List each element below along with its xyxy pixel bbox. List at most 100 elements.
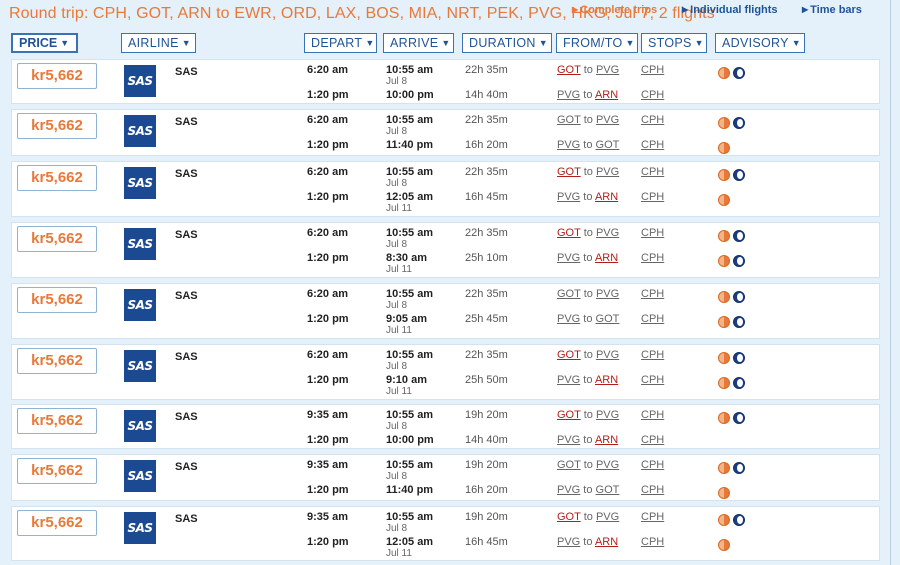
from-airport-link[interactable]: GOT	[557, 288, 581, 300]
from-airport-link[interactable]: PVG	[557, 374, 580, 386]
daytime-icon[interactable]	[718, 254, 730, 267]
from-airport-link[interactable]: GOT	[557, 227, 581, 239]
to-airport-link[interactable]: ARN	[595, 191, 618, 203]
to-airport-link[interactable]: ARN	[595, 374, 618, 386]
sort-advisory-button[interactable]: ADVISORY ▼	[715, 33, 805, 53]
result-row[interactable]: kr5,662 SAS SAS 6:20 am 10:55 am Jul 8 22h 35m…	[11, 161, 880, 217]
stop-airport-link[interactable]: CPH	[641, 511, 664, 523]
stop-airport-link[interactable]: CPH	[641, 313, 664, 325]
to-airport-link[interactable]: GOT	[596, 139, 620, 151]
to-airport-link[interactable]: ARN	[595, 434, 618, 446]
to-airport-link[interactable]: PVG	[596, 288, 619, 300]
to-airport-link[interactable]: GOT	[596, 313, 620, 325]
from-airport-link[interactable]: GOT	[557, 409, 581, 421]
daytime-icon[interactable]	[718, 461, 730, 474]
result-row[interactable]: kr5,662 SAS SAS 6:20 am 10:55 am Jul 8 22h 35m…	[11, 109, 880, 156]
stop-airport-link[interactable]: CPH	[641, 374, 664, 386]
stop-airport-link[interactable]: CPH	[641, 434, 664, 446]
daytime-icon[interactable]	[718, 141, 730, 154]
sort-fromto-button[interactable]: FROM/TO ▼	[556, 33, 638, 53]
to-airport-link[interactable]: PVG	[596, 166, 619, 178]
stop-airport-link[interactable]: CPH	[641, 64, 664, 76]
stop-airport-link[interactable]: CPH	[641, 288, 664, 300]
stop-airport-link[interactable]: CPH	[641, 114, 664, 126]
stop-airport-link[interactable]: CPH	[641, 536, 664, 548]
result-row[interactable]: kr5,662 SAS SAS 6:20 am 10:55 am Jul 8 22h 35m…	[11, 222, 880, 278]
sort-airline-button[interactable]: AIRLINE ▼	[121, 33, 196, 53]
from-airport-link[interactable]: PVG	[557, 434, 580, 446]
daytime-icon[interactable]	[718, 168, 730, 181]
from-airport-link[interactable]: PVG	[557, 536, 580, 548]
from-airport-link[interactable]: PVG	[557, 484, 580, 496]
result-row[interactable]: kr5,662 SAS SAS 9:35 am 10:55 am Jul 8 19h 20m…	[11, 404, 880, 449]
result-row[interactable]: kr5,662 SAS SAS 6:20 am 10:55 am Jul 8 22h 35m…	[11, 283, 880, 339]
result-row[interactable]: kr5,662 SAS SAS 6:20 am 10:55 am Jul 8 22h 35m…	[11, 344, 880, 400]
stop-airport-link[interactable]: CPH	[641, 484, 664, 496]
stop-airport-link[interactable]: CPH	[641, 349, 664, 361]
to-airport-link[interactable]: PVG	[596, 114, 619, 126]
overnight-icon[interactable]	[733, 66, 745, 79]
overnight-icon[interactable]	[733, 513, 745, 526]
daytime-icon[interactable]	[718, 66, 730, 79]
daytime-icon[interactable]	[718, 290, 730, 303]
to-airport-link[interactable]: PVG	[596, 459, 619, 471]
daytime-icon[interactable]	[718, 351, 730, 364]
time-bars-link[interactable]: ▶ Time bars	[802, 4, 862, 16]
stop-airport-link[interactable]: CPH	[641, 191, 664, 203]
from-airport-link[interactable]: PVG	[557, 252, 580, 264]
from-airport-link[interactable]: GOT	[557, 114, 581, 126]
daytime-icon[interactable]	[718, 486, 730, 499]
stop-airport-link[interactable]: CPH	[641, 459, 664, 471]
stop-airport-link[interactable]: CPH	[641, 166, 664, 178]
overnight-icon[interactable]	[733, 411, 745, 424]
from-airport-link[interactable]: PVG	[557, 89, 580, 101]
overnight-icon[interactable]	[733, 116, 745, 129]
result-row[interactable]: kr5,662 SAS SAS 9:35 am 10:55 am Jul 8 19h 20m…	[11, 454, 880, 501]
from-airport-link[interactable]: PVG	[557, 313, 580, 325]
stop-airport-link[interactable]: CPH	[641, 409, 664, 421]
overnight-icon[interactable]	[733, 351, 745, 364]
overnight-icon[interactable]	[733, 376, 745, 389]
stop-airport-link[interactable]: CPH	[641, 227, 664, 239]
result-row[interactable]: kr5,662 SAS SAS 6:20 am 10:55 am Jul 8 22h 35m…	[11, 59, 880, 104]
stop-airport-link[interactable]: CPH	[641, 252, 664, 264]
result-row[interactable]: kr5,662 SAS SAS 9:35 am 10:55 am Jul 8 19h 20m…	[11, 506, 880, 561]
overnight-icon[interactable]	[733, 168, 745, 181]
from-airport-link[interactable]: PVG	[557, 191, 580, 203]
daytime-icon[interactable]	[718, 376, 730, 389]
daytime-icon[interactable]	[718, 538, 730, 551]
sort-depart-button[interactable]: DEPART ▼	[304, 33, 377, 53]
to-airport-link[interactable]: PVG	[596, 227, 619, 239]
overnight-icon[interactable]	[733, 461, 745, 474]
from-airport-link[interactable]: GOT	[557, 459, 581, 471]
overnight-icon[interactable]	[733, 254, 745, 267]
daytime-icon[interactable]	[718, 116, 730, 129]
from-airport-link[interactable]: PVG	[557, 139, 580, 151]
individual-flights-link[interactable]: ▶ Individual flights	[682, 4, 778, 16]
sort-arrive-button[interactable]: ARRIVE ▼	[383, 33, 454, 53]
to-airport-link[interactable]: PVG	[596, 64, 619, 76]
from-airport-link[interactable]: GOT	[557, 511, 581, 523]
daytime-icon[interactable]	[718, 513, 730, 526]
to-airport-link[interactable]: PVG	[596, 511, 619, 523]
daytime-icon[interactable]	[718, 193, 730, 206]
overnight-icon[interactable]	[733, 290, 745, 303]
sort-price-button[interactable]: PRICE ▼	[11, 33, 78, 53]
to-airport-link[interactable]: PVG	[596, 409, 619, 421]
stop-airport-link[interactable]: CPH	[641, 139, 664, 151]
to-airport-link[interactable]: ARN	[595, 252, 618, 264]
from-airport-link[interactable]: GOT	[557, 64, 581, 76]
overnight-icon[interactable]	[733, 315, 745, 328]
from-airport-link[interactable]: GOT	[557, 349, 581, 361]
overnight-icon[interactable]	[733, 229, 745, 242]
sort-stops-button[interactable]: STOPS ▼	[641, 33, 707, 53]
sort-duration-button[interactable]: DURATION ▼	[462, 33, 552, 53]
complete-trips-link[interactable]: ▶ Complete trips	[572, 4, 657, 16]
to-airport-link[interactable]: ARN	[595, 536, 618, 548]
stop-airport-link[interactable]: CPH	[641, 89, 664, 101]
to-airport-link[interactable]: GOT	[596, 484, 620, 496]
to-airport-link[interactable]: PVG	[596, 349, 619, 361]
daytime-icon[interactable]	[718, 411, 730, 424]
to-airport-link[interactable]: ARN	[595, 89, 618, 101]
daytime-icon[interactable]	[718, 315, 730, 328]
